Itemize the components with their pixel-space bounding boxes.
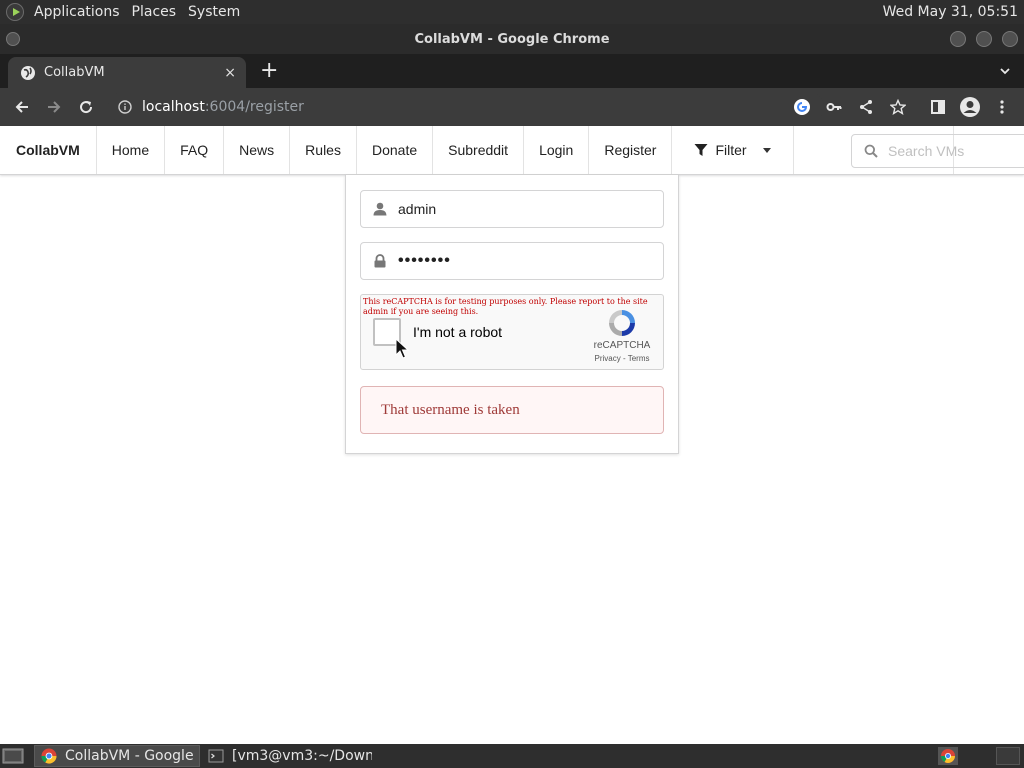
search-vms-input[interactable] [888, 143, 1008, 159]
profile-avatar-icon[interactable] [954, 91, 986, 123]
new-tab-button[interactable]: + [260, 60, 278, 82]
nav-donate[interactable]: Donate [357, 126, 434, 174]
bookmark-star-icon[interactable] [882, 91, 914, 123]
key-icon[interactable] [818, 91, 850, 123]
reload-icon[interactable] [70, 91, 102, 123]
error-text: That username is taken [381, 401, 520, 418]
task-chrome[interactable]: CollabVM - Google ... [34, 745, 200, 767]
username-field[interactable]: admin [360, 190, 664, 228]
user-icon [373, 202, 387, 216]
recaptcha-brand: reCAPTCHA [593, 340, 651, 351]
nav-login[interactable]: Login [524, 126, 590, 174]
terminal-icon [208, 749, 224, 763]
nav-faq[interactable]: FAQ [165, 126, 225, 174]
nav-subreddit[interactable]: Subreddit [433, 126, 525, 174]
back-arrow-icon[interactable] [6, 91, 38, 123]
window-controls [950, 31, 1018, 47]
browser-toolbar: localhost:6004/register [0, 88, 1024, 126]
nav-home[interactable]: Home [97, 126, 166, 174]
recaptcha-privacy-terms[interactable]: Privacy - Terms [587, 354, 657, 363]
nav-brand-collabvm[interactable]: CollabVM [0, 126, 97, 174]
error-message: That username is taken [360, 386, 664, 434]
register-form: admin •••••••• This reCAPTCHA is for tes… [345, 175, 679, 454]
task-chrome-label: CollabVM - Google ... [65, 748, 200, 764]
chevron-down-icon[interactable] [1000, 66, 1010, 76]
kebab-menu-icon[interactable] [986, 91, 1018, 123]
google-icon[interactable] [786, 91, 818, 123]
chrome-icon [41, 748, 57, 764]
filter-label: Filter [715, 142, 747, 158]
url-host: localhost [142, 99, 205, 115]
filter-funnel-icon [694, 144, 708, 156]
info-icon[interactable] [118, 100, 132, 114]
recaptcha-widget: This reCAPTCHA is for testing purposes o… [360, 294, 664, 370]
panel-clock[interactable]: Wed May 31, 05:51 [883, 4, 1018, 20]
toolbar-actions [786, 91, 1018, 123]
filter-dropdown[interactable]: Filter [672, 126, 794, 174]
tab-strip: CollabVM × + [0, 54, 1024, 88]
menu-places[interactable]: Places [128, 4, 185, 20]
recaptcha-label: I'm not a robot [413, 324, 503, 340]
forward-arrow-icon[interactable] [38, 91, 70, 123]
window-menu-button[interactable] [6, 32, 20, 46]
vm-search[interactable] [851, 134, 1024, 168]
menu-system[interactable]: System [184, 4, 248, 20]
recaptcha-checkbox[interactable] [373, 318, 401, 346]
site-navbar: CollabVM Home FAQ News Rules Donate Subr… [0, 126, 1024, 175]
task-terminal[interactable]: [vm3@vm3:~/Down... [202, 745, 372, 767]
tab-collabvm[interactable]: CollabVM × [8, 57, 246, 88]
window-titlebar[interactable]: CollabVM - Google Chrome [0, 24, 1024, 54]
nav-register[interactable]: Register [589, 126, 673, 174]
minimize-button[interactable] [950, 31, 966, 47]
caret-down-icon [762, 147, 771, 153]
show-desktop-icon[interactable] [2, 747, 24, 765]
password-value: •••••••• [398, 252, 451, 269]
password-field[interactable]: •••••••• [360, 242, 664, 280]
recaptcha-logo-icon [609, 310, 635, 336]
gnome-logo-icon[interactable] [6, 3, 24, 21]
tab-title: CollabVM [44, 65, 105, 80]
tray-chrome-icon[interactable] [938, 747, 958, 765]
username-value: admin [398, 201, 437, 217]
url-path: :6004/register [204, 99, 304, 115]
close-window-button[interactable] [1002, 31, 1018, 47]
search-icon [864, 144, 878, 158]
maximize-button[interactable] [976, 31, 992, 47]
window-title: CollabVM - Google Chrome [414, 31, 610, 47]
nav-news[interactable]: News [224, 126, 291, 174]
task-terminal-label: [vm3@vm3:~/Down... [232, 748, 372, 764]
top-panel: Applications Places System Wed May 31, 0… [0, 0, 1024, 24]
tab-close-icon[interactable]: × [224, 65, 236, 81]
globe-icon [21, 65, 35, 80]
menu-applications[interactable]: Applications [30, 4, 128, 20]
address-bar[interactable]: localhost:6004/register [108, 92, 824, 122]
side-panel-icon[interactable] [922, 91, 954, 123]
lock-icon [374, 254, 386, 268]
bottom-taskbar: CollabVM - Google ... [vm3@vm3:~/Down... [0, 744, 1024, 768]
workspace-switcher[interactable] [996, 747, 1020, 765]
share-icon[interactable] [850, 91, 882, 123]
nav-rules[interactable]: Rules [290, 126, 357, 174]
